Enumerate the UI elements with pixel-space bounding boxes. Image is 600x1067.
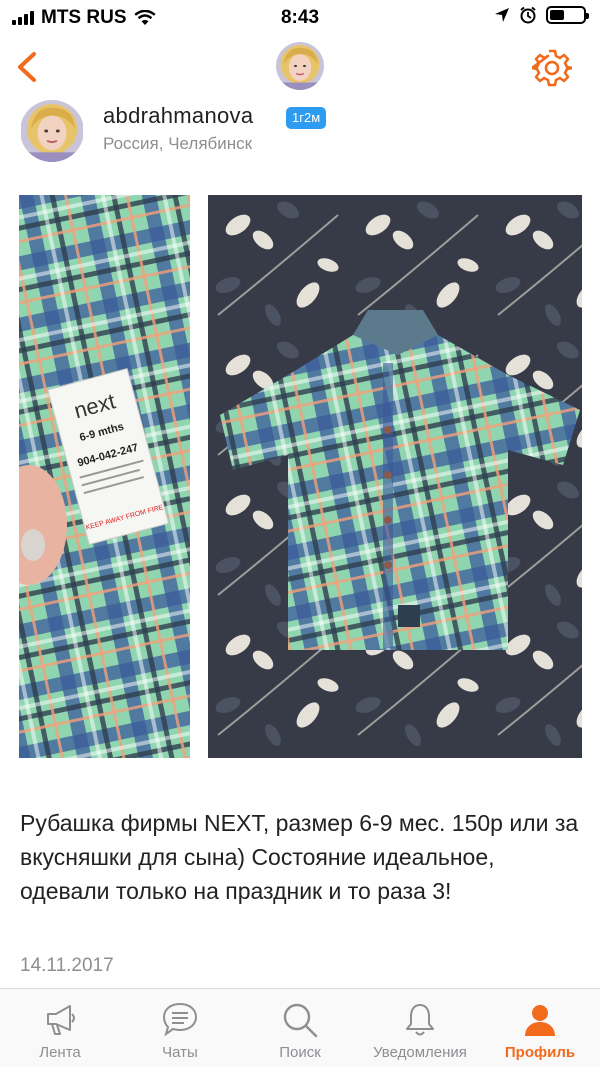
status-right [494, 6, 589, 24]
user-location: Россия, Челябинск [103, 134, 253, 153]
search-icon [283, 1003, 318, 1038]
post-description: Рубашка фирмы NEXT, размер 6-9 мес. 150р… [20, 810, 579, 904]
tab-label: Профиль [504, 1044, 576, 1061]
tab-label: Поиск [279, 1044, 321, 1061]
age-badge: 1г2м [286, 107, 327, 129]
megaphone-icon [47, 1005, 75, 1035]
tab-chats[interactable]: Чаты [120, 989, 240, 1067]
avatar-image [276, 42, 324, 90]
nav-bar [0, 36, 600, 98]
location-arrow-icon [495, 8, 509, 22]
tab-notifications[interactable]: Уведомления [360, 989, 480, 1067]
tab-bar: Лента Чаты Поиск Уведомления Профиль [0, 988, 600, 1067]
tab-search[interactable]: Поиск [240, 989, 360, 1067]
back-button[interactable] [12, 50, 42, 84]
user-avatar[interactable] [20, 100, 84, 162]
tab-profile[interactable]: Профиль [480, 989, 600, 1067]
photo-shirt[interactable] [208, 195, 582, 758]
username[interactable]: abdrahmanova [103, 103, 253, 129]
photo-label-closeup[interactable]: next 6-9 mths 904-042-247 KEEP AWAY FROM… [19, 195, 190, 758]
alarm-clock-icon [520, 6, 536, 24]
tab-label: Уведомления [373, 1044, 467, 1061]
chat-bubble-icon [162, 1002, 198, 1037]
header-avatar[interactable] [276, 42, 324, 90]
bell-icon [406, 1004, 434, 1036]
avatar-image [20, 100, 84, 162]
post-date: 14.11.2017 [20, 955, 114, 976]
tab-label: Чаты [162, 1044, 198, 1061]
tab-feed[interactable]: Лента [0, 989, 120, 1067]
battery-icon [546, 6, 589, 24]
photo-image [208, 195, 582, 758]
gear-icon[interactable] [532, 48, 572, 88]
photo-image: next 6-9 mths 904-042-247 KEEP AWAY FROM… [19, 195, 190, 758]
tab-label: Лента [39, 1044, 81, 1061]
status-bar: MTS RUS 8:43 [0, 0, 600, 36]
profile-icon [525, 1005, 555, 1036]
